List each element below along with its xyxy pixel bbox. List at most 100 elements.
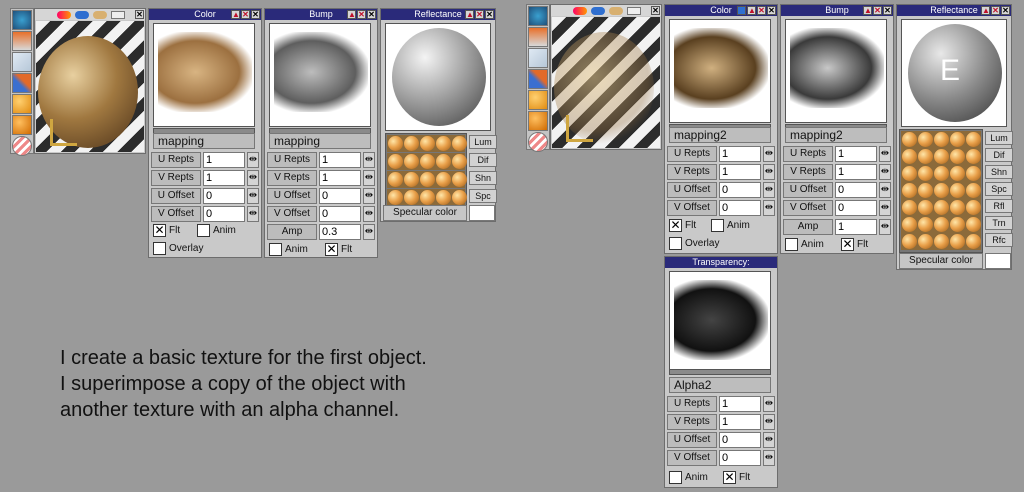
raise-icon[interactable]: ▲ (981, 6, 990, 15)
color-texture-swatch[interactable] (669, 19, 771, 123)
lamp-icon[interactable] (12, 31, 32, 51)
stepper-arrows-icon[interactable]: ⇹ (247, 188, 259, 204)
close-red-icon[interactable]: ✕ (757, 6, 766, 15)
stepper-arrows-icon[interactable]: ⇹ (763, 182, 775, 198)
stepper-arrows-icon[interactable]: ⇹ (363, 188, 375, 204)
image-icon[interactable] (528, 48, 548, 68)
stepper-arrows-icon[interactable]: ⇹ (247, 206, 259, 222)
stepper-arrows-icon[interactable]: ⇹ (879, 164, 891, 180)
u-offset-input[interactable]: 0 (719, 182, 761, 198)
shn-button[interactable]: Shn (469, 171, 497, 185)
anim-checkbox[interactable] (197, 224, 210, 237)
raise-icon[interactable]: ▲ (747, 6, 756, 15)
raise-icon[interactable]: ▲ (231, 10, 240, 19)
brush-icon[interactable] (12, 73, 32, 93)
stepper-arrows-icon[interactable]: ⇹ (879, 219, 891, 235)
u-offset-input[interactable]: 0 (835, 182, 877, 198)
rfl-button[interactable]: Rfl (985, 199, 1013, 213)
close-icon[interactable]: ✕ (767, 6, 776, 15)
orange-sphere-icon[interactable] (528, 90, 548, 110)
anim-checkbox[interactable] (669, 471, 682, 484)
close-icon[interactable]: ✕ (367, 10, 376, 19)
stepper-arrows-icon[interactable]: ⇹ (247, 152, 259, 168)
stepper-arrows-icon[interactable]: ⇹ (363, 152, 375, 168)
mapping-button[interactable]: mapping2 (669, 127, 771, 143)
mapping-button[interactable]: mapping2 (785, 127, 887, 143)
anim-checkbox[interactable] (785, 238, 798, 251)
close-icon[interactable]: ✕ (883, 6, 892, 15)
u-repts-input[interactable]: 1 (719, 146, 761, 162)
stepper-arrows-icon[interactable]: ⇹ (763, 146, 775, 162)
stepper-arrows-icon[interactable]: ⇹ (363, 206, 375, 222)
flt-checkbox[interactable]: ✕ (669, 219, 682, 232)
flt-checkbox[interactable]: ✕ (325, 243, 338, 256)
link-icon[interactable] (627, 7, 641, 15)
alpha-texture-swatch[interactable] (669, 271, 771, 375)
v-offset-input[interactable]: 0 (719, 200, 761, 216)
specular-color-swatch[interactable] (985, 253, 1011, 269)
pill-icon[interactable] (737, 6, 746, 15)
stepper-arrows-icon[interactable]: ⇹ (879, 182, 891, 198)
raise-icon[interactable]: ▲ (347, 10, 356, 19)
spc-button[interactable]: Spc (985, 182, 1013, 196)
stepper-arrows-icon[interactable]: ⇹ (763, 164, 775, 180)
texture-icon[interactable] (93, 11, 107, 19)
dif-button[interactable]: Dif (469, 153, 497, 167)
stepper-arrows-icon[interactable]: ⇹ (879, 200, 891, 216)
raise-icon[interactable]: ▲ (465, 10, 474, 19)
globe-icon[interactable] (12, 10, 32, 30)
stepper-arrows-icon[interactable]: ⇹ (763, 432, 775, 448)
flt-checkbox[interactable]: ✕ (723, 471, 736, 484)
raise-icon[interactable]: ▲ (863, 6, 872, 15)
color-orb-icon[interactable] (573, 7, 587, 15)
stepper-arrows-icon[interactable]: ⇹ (763, 414, 775, 430)
v-offset-input[interactable]: 0 (719, 450, 761, 466)
stepper-arrows-icon[interactable]: ⇹ (763, 450, 775, 466)
v-repts-input[interactable]: 1 (719, 164, 761, 180)
pill-icon[interactable] (591, 7, 605, 15)
overlay-checkbox[interactable] (669, 237, 682, 250)
u-repts-input[interactable]: 1 (835, 146, 877, 162)
lum-button[interactable]: Lum (985, 131, 1013, 145)
close-red-icon[interactable]: ✕ (241, 10, 250, 19)
close-red-icon[interactable]: ✕ (357, 10, 366, 19)
pill-icon[interactable] (75, 11, 89, 19)
anim-checkbox[interactable] (269, 243, 282, 256)
amp-input[interactable]: 1 (835, 219, 877, 235)
close-icon[interactable]: ✕ (1001, 6, 1010, 15)
dif-button[interactable]: Dif (985, 148, 1013, 162)
v-offset-input[interactable]: 0 (319, 206, 361, 222)
v-repts-input[interactable]: 1 (319, 170, 361, 186)
v-repts-input[interactable]: 1 (203, 170, 245, 186)
v-repts-input[interactable]: 1 (835, 164, 877, 180)
close-icon[interactable]: ✕ (251, 10, 260, 19)
stepper-arrows-icon[interactable]: ⇹ (879, 146, 891, 162)
globe-icon[interactable] (528, 6, 548, 26)
orange-sphere-icon[interactable] (12, 115, 32, 135)
mapping-button[interactable]: mapping (153, 133, 255, 149)
flt-checkbox[interactable]: ✕ (153, 224, 166, 237)
link-icon[interactable] (111, 11, 125, 19)
material-swatch-grid[interactable] (899, 129, 983, 253)
close-red-icon[interactable]: ✕ (475, 10, 484, 19)
bump-texture-swatch[interactable] (785, 19, 887, 123)
trn-button[interactable]: Trn (985, 216, 1013, 230)
color-orb-icon[interactable] (57, 11, 71, 19)
stepper-arrows-icon[interactable]: ⇹ (763, 200, 775, 216)
lamp-icon[interactable] (528, 27, 548, 47)
u-repts-input[interactable]: 1 (319, 152, 361, 168)
mapping-button[interactable]: Alpha2 (669, 377, 771, 393)
mapping-button[interactable]: mapping (269, 133, 371, 149)
v-offset-input[interactable]: 0 (835, 200, 877, 216)
u-repts-input[interactable]: 1 (203, 152, 245, 168)
u-repts-input[interactable]: 1 (719, 396, 761, 412)
flt-checkbox[interactable]: ✕ (841, 238, 854, 251)
u-offset-input[interactable]: 0 (319, 188, 361, 204)
stepper-arrows-icon[interactable]: ⇹ (763, 396, 775, 412)
v-offset-input[interactable]: 0 (203, 206, 245, 222)
striped-ball-icon[interactable] (12, 136, 32, 156)
image-icon[interactable] (12, 52, 32, 72)
rfc-button[interactable]: Rfc (985, 233, 1013, 247)
close-icon[interactable]: ✕ (135, 10, 144, 19)
anim-checkbox[interactable] (711, 219, 724, 232)
